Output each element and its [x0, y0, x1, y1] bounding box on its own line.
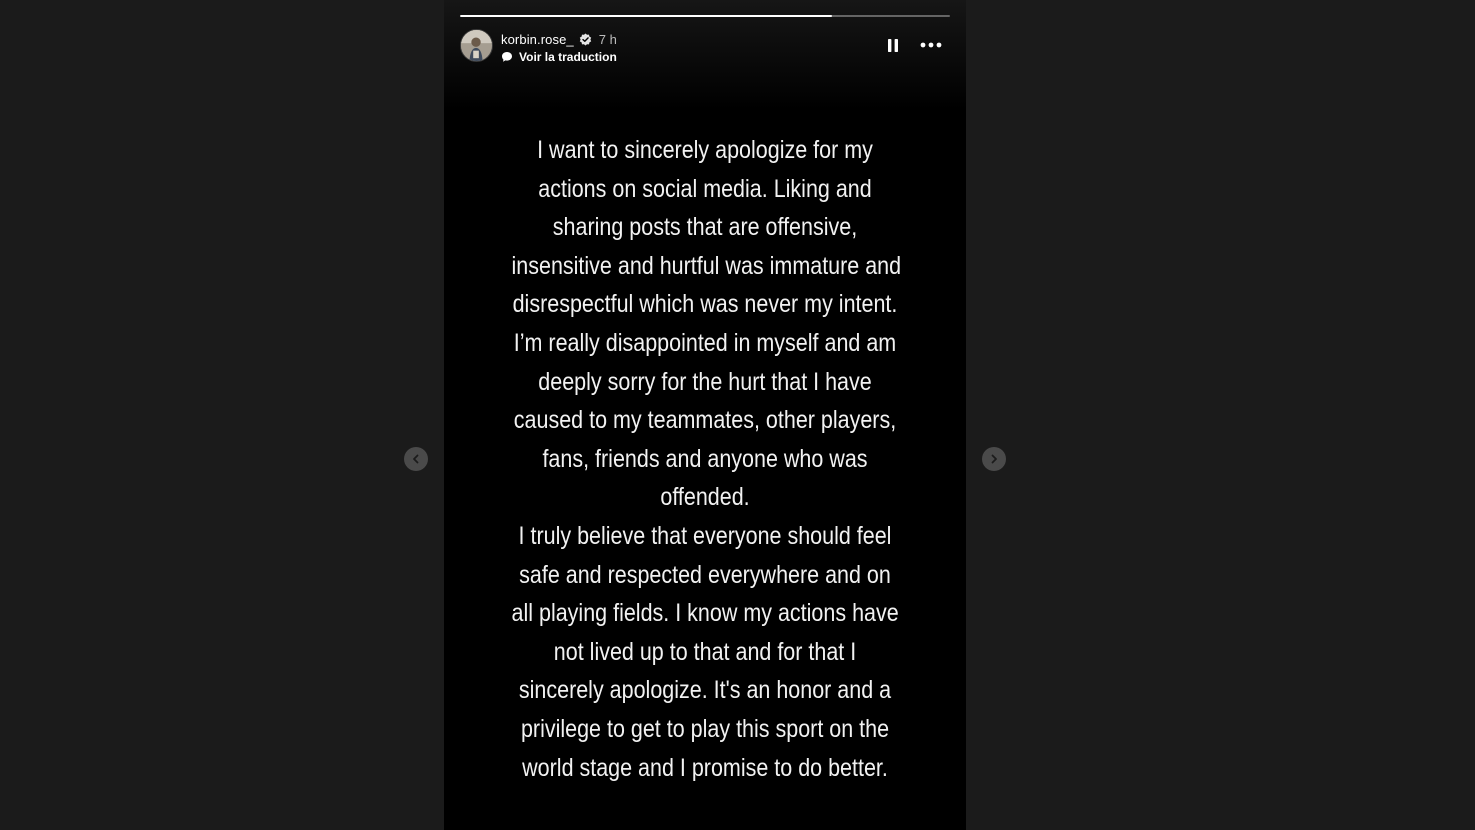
story-text-line: offended.	[660, 483, 750, 512]
story-text-line: not lived up to that and for that I	[553, 637, 857, 666]
story-text-line: insensitive and hurtful was immature and	[511, 251, 902, 280]
avatar[interactable]	[460, 29, 493, 62]
avatar-image	[461, 30, 492, 61]
story-controls	[884, 36, 944, 54]
story-text-line: fans, friends and anyone who was	[542, 444, 868, 473]
story-text-line: actions on social media. Liking and	[538, 174, 872, 203]
speech-bubble-icon	[502, 52, 512, 62]
story-text-line: sharing posts that are offensive,	[552, 213, 858, 242]
story-text-line: disrespectful which was never my intent.	[512, 290, 898, 319]
story-progress-fill	[460, 15, 833, 17]
verified-badge-icon	[579, 33, 592, 46]
story-text-line: safe and respected everywhere and on	[519, 560, 891, 589]
story-text-line: all playing fields. I know my actions ha…	[511, 599, 899, 628]
previous-story-button[interactable]	[404, 447, 428, 471]
story-text-line: deeply sorry for the hurt that I have	[538, 367, 872, 396]
pause-button[interactable]	[884, 36, 902, 54]
story-header: korbin.rose_ 7 h Voir la traduction	[460, 28, 950, 68]
chevron-left-icon	[413, 454, 419, 464]
username[interactable]: korbin.rose_	[501, 32, 574, 47]
story-viewer: korbin.rose_ 7 h Voir la traduction I wa…	[0, 0, 1475, 830]
story-timestamp: 7 h	[598, 31, 617, 47]
story-progress-bar	[460, 15, 950, 17]
more-options-button[interactable]	[918, 36, 944, 54]
story-text-content: I want to sincerely apologize for my acti…	[511, 131, 902, 787]
story-text-line: caused to my teammates, other players,	[513, 406, 897, 435]
pause-icon	[888, 38, 898, 52]
user-line: korbin.rose_ 7 h	[501, 30, 617, 48]
story-card[interactable]: korbin.rose_ 7 h Voir la traduction I wa…	[444, 0, 966, 830]
story-text-line: I truly believe that everyone should fee…	[518, 521, 892, 550]
story-text-line: privilege to get to play this sport on t…	[520, 714, 890, 743]
chevron-right-icon	[991, 454, 997, 464]
story-text-line: I want to sincerely apologize for my	[537, 136, 873, 164]
translate-link[interactable]: Voir la traduction	[501, 49, 617, 65]
story-text-line: I’m really disappointed in myself and am	[513, 328, 897, 357]
next-story-button[interactable]	[982, 447, 1006, 471]
story-text-line: world stage and I promise to do better.	[522, 753, 888, 782]
translate-label: Voir la traduction	[519, 50, 617, 64]
story-text-line: sincerely apologize. It's an honor and a	[518, 676, 892, 705]
more-horizontal-icon	[920, 42, 942, 48]
